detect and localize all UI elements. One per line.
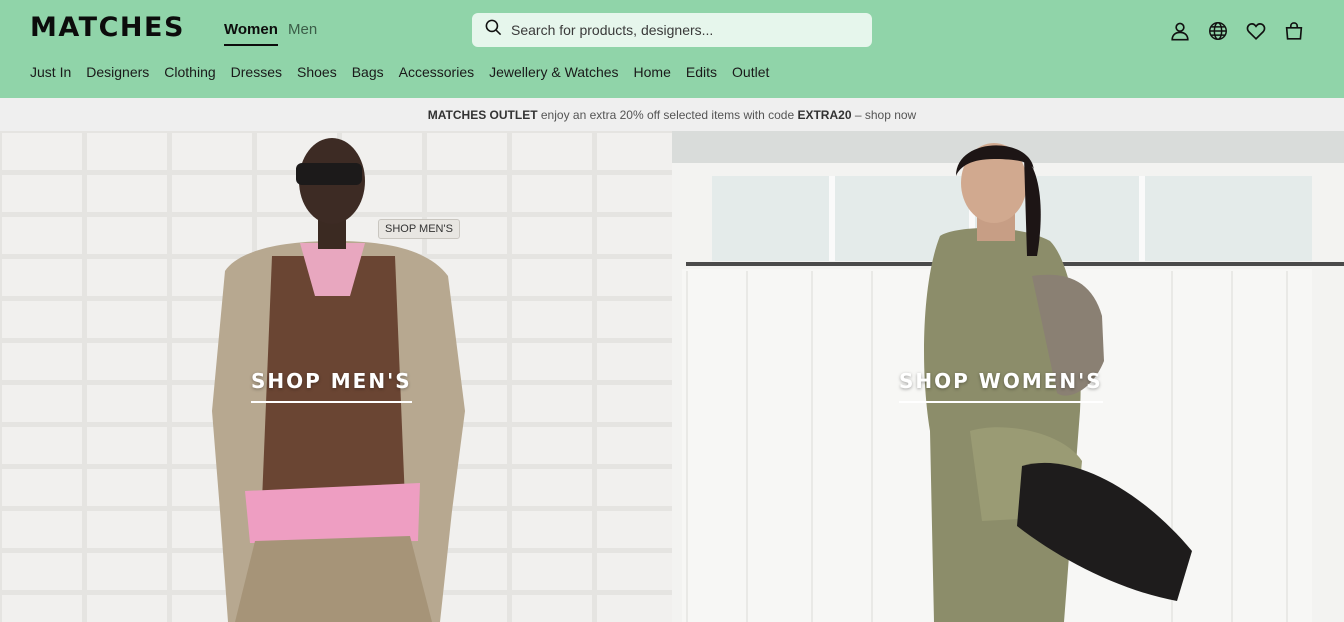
hero-women-panel[interactable]: SHOP WOMEN'S [672, 131, 1344, 622]
wishlist-heart-icon[interactable] [1245, 20, 1267, 42]
nav-edits[interactable]: Edits [686, 64, 717, 80]
nav-home[interactable]: Home [634, 64, 671, 80]
shop-mens-link[interactable]: SHOP MEN'S [251, 369, 412, 403]
nav-dresses[interactable]: Dresses [231, 64, 282, 80]
shopping-bag-icon[interactable] [1283, 20, 1305, 42]
tab-men[interactable]: Men [288, 21, 317, 44]
nav-accessories[interactable]: Accessories [399, 64, 474, 80]
nav-designers[interactable]: Designers [86, 64, 149, 80]
banner-code: EXTRA20 [797, 107, 852, 122]
search-icon [484, 18, 503, 42]
nav-jewellery-watches[interactable]: Jewellery & Watches [489, 64, 618, 80]
banner-text: enjoy an extra 20% off selected items wi… [537, 107, 798, 122]
site-header: MATCHES Women Men Just In Designers Clot… [0, 0, 1344, 98]
tab-women[interactable]: Women [224, 21, 278, 46]
promo-banner[interactable]: MATCHES OUTLET enjoy an extra 20% off se… [0, 98, 1344, 131]
shop-womens-link[interactable]: SHOP WOMEN'S [899, 369, 1103, 403]
hero-men-panel[interactable]: SHOP MEN'S SHOP MEN'S [0, 131, 672, 622]
shop-mens-tooltip: SHOP MEN'S [378, 219, 460, 239]
nav-shoes[interactable]: Shoes [297, 64, 337, 80]
banner-brand: MATCHES OUTLET [427, 107, 538, 122]
matches-logo[interactable]: MATCHES [30, 12, 185, 43]
nav-just-in[interactable]: Just In [30, 64, 71, 80]
nav-clothing[interactable]: Clothing [164, 64, 215, 80]
category-nav: Just In Designers Clothing Dresses Shoes… [30, 64, 784, 80]
account-icon[interactable] [1169, 20, 1191, 42]
nav-outlet[interactable]: Outlet [732, 64, 769, 80]
nav-bags[interactable]: Bags [352, 64, 384, 80]
search-bar[interactable] [472, 13, 872, 47]
banner-suffix: – shop now [851, 107, 917, 122]
search-input[interactable] [511, 22, 851, 38]
globe-icon[interactable] [1207, 20, 1229, 42]
